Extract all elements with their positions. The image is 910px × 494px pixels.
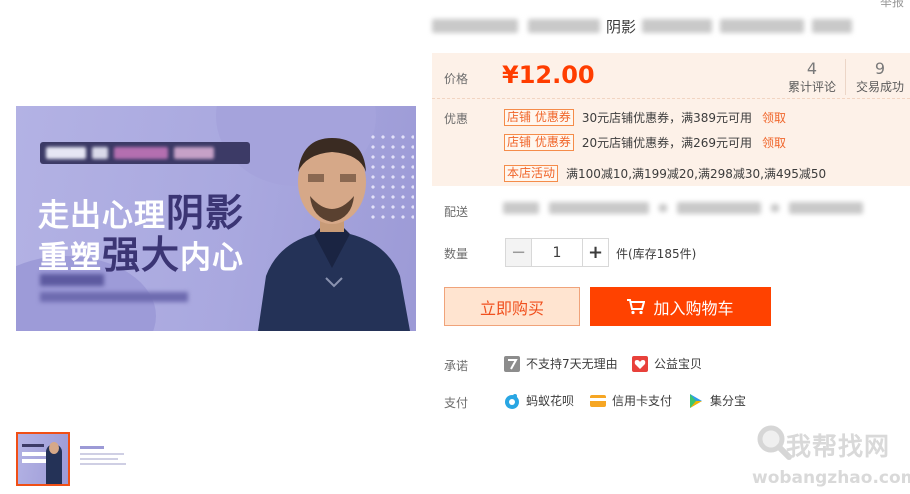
huabei-icon	[504, 393, 520, 409]
claim-coupon-link[interactable]: 领取	[762, 109, 786, 126]
product-title: 阴影	[432, 14, 902, 38]
add-to-cart-button[interactable]: 加入购物车	[590, 287, 771, 326]
payment-jifenbao: 集分宝	[688, 392, 746, 409]
price-panel: 价格 ¥12.00 4 累计评论 9 交易成功 优惠 店铺 优惠券 30元店铺优…	[432, 53, 910, 186]
payment-credit-card: 信用卡支付	[590, 392, 672, 409]
stat-divider	[845, 59, 846, 95]
thumbnail-2[interactable]	[80, 444, 130, 472]
charity-heart-icon	[632, 355, 648, 372]
coupon-row: 店铺 优惠券 20元店铺优惠券，满269元可用 领取	[504, 133, 786, 151]
title-blurred-text	[528, 19, 600, 33]
jifenbao-icon	[688, 393, 704, 409]
price-value: ¥12.00	[502, 61, 595, 89]
stock-info: 件(库存185件)	[616, 247, 697, 261]
price-row: 价格 ¥12.00 4 累计评论 9 交易成功	[432, 53, 910, 99]
promise-charity: 公益宝贝	[632, 355, 702, 372]
activity-tag: 本店活动	[504, 164, 559, 182]
quantity-input[interactable]: 1	[532, 239, 582, 266]
report-link[interactable]: 举报	[880, 0, 904, 10]
promise-text: 公益宝贝	[654, 357, 703, 371]
buy-now-button[interactable]: 立即购买	[444, 287, 580, 326]
promise-label: 承诺	[444, 359, 469, 373]
payment-label: 支付	[444, 396, 469, 410]
add-cart-label: 加入购物车	[653, 298, 734, 318]
watermark-title: 我帮找网	[786, 432, 891, 461]
thumbnail-1[interactable]	[16, 432, 70, 486]
increase-button[interactable]: +	[582, 239, 608, 266]
activity-desc: 满100减10,满199减20,满298减30,满495减50	[566, 166, 827, 181]
title-blurred-text	[432, 19, 518, 33]
claim-coupon-link[interactable]: 领取	[762, 134, 786, 151]
credit-card-icon	[590, 393, 606, 409]
coupon-desc: 20元店铺优惠券，满269元可用	[581, 135, 753, 150]
price-label: 价格	[444, 72, 469, 86]
shipping-info	[503, 202, 863, 214]
coupon-tag: 店铺 优惠券	[504, 133, 574, 151]
shipping-label: 配送	[444, 205, 469, 219]
payment-huabei: 蚂蚁花呗	[504, 392, 574, 409]
cart-icon	[627, 298, 646, 314]
activity-row: 本店活动 满100减10,满199减20,满298减30,满495减50	[504, 164, 826, 182]
coupon-desc: 30元店铺优惠券，满389元可用	[581, 110, 753, 125]
watermark-url: wobangzhao.com	[752, 468, 910, 488]
title-visible-text: 阴影	[606, 17, 637, 36]
sales-stat: 9 交易成功	[850, 59, 910, 95]
quantity-label: 数量	[444, 247, 469, 261]
coupon-row: 店铺 优惠券 30元店铺优惠券，满389元可用 领取	[504, 108, 786, 126]
buy-now-label: 立即购买	[479, 298, 544, 318]
hero-headline-2: 重塑强大内心	[38, 233, 245, 277]
person-photo	[258, 138, 410, 331]
hero-pixelated-banner	[40, 142, 250, 164]
reviews-label: 累计评论	[787, 80, 836, 94]
hero-pixelated-subtitle	[40, 274, 104, 286]
promo-label: 优惠	[444, 112, 469, 126]
reviews-count: 4	[806, 59, 818, 78]
payment-text: 信用卡支付	[612, 394, 673, 408]
quantity-stepper: − 1 +	[505, 238, 609, 267]
title-blurred-text	[642, 19, 713, 33]
coupon-tag: 店铺 优惠券	[504, 108, 574, 126]
title-blurred-text	[812, 19, 853, 33]
payment-text: 集分宝	[710, 394, 747, 408]
sales-label: 交易成功	[855, 80, 904, 94]
promise-text: 不支持7天无理由	[526, 357, 618, 371]
sales-count: 9	[874, 59, 886, 78]
decrease-button[interactable]: −	[506, 239, 532, 266]
site-watermark: 我帮找网 wobangzhao.com	[752, 424, 910, 494]
payment-text: 蚂蚁花呗	[526, 394, 575, 408]
hero-pixelated-subtitle	[40, 292, 188, 302]
product-main-image[interactable]: 走出心理阴影 重塑强大内心	[16, 106, 416, 331]
reviews-stat[interactable]: 4 累计评论	[782, 59, 842, 95]
seven-day-icon	[504, 355, 520, 372]
promise-no-return: 不支持7天无理由	[504, 355, 618, 372]
title-blurred-text	[720, 19, 805, 33]
